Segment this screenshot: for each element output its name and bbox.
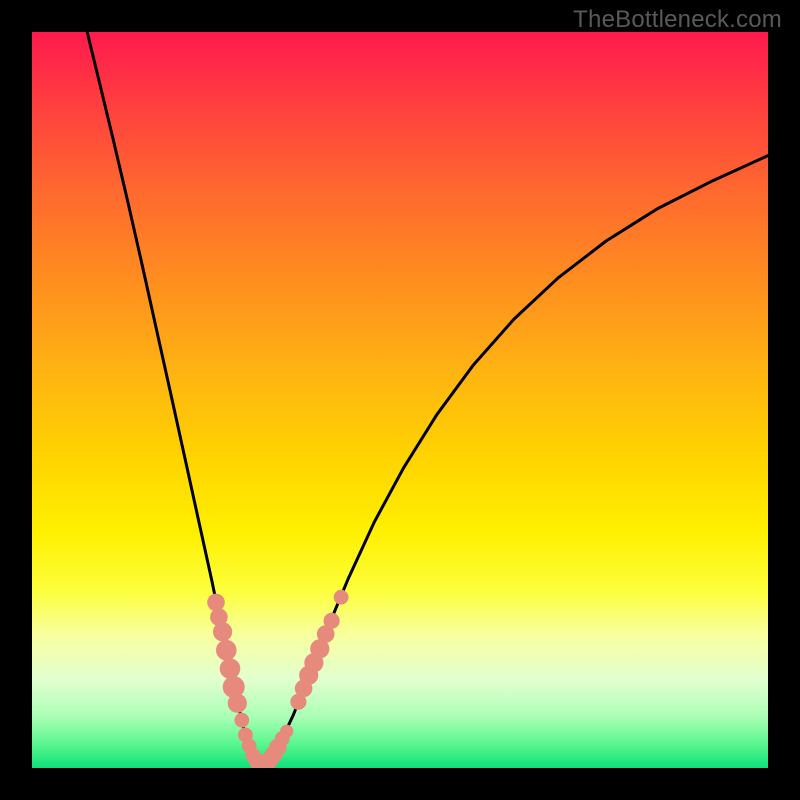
- scatter-dot: [334, 590, 349, 605]
- curve-right: [259, 156, 768, 765]
- scatter-dot: [228, 694, 247, 713]
- scatter-dots: [207, 590, 348, 768]
- watermark-text: TheBottleneck.com: [573, 6, 782, 34]
- chart-overlay-svg: [32, 32, 768, 768]
- scatter-dot: [207, 594, 225, 612]
- scatter-dot: [280, 725, 293, 738]
- chart-frame: TheBottleneck.com: [0, 0, 800, 800]
- scatter-dot: [220, 658, 241, 679]
- scatter-dot: [216, 640, 237, 661]
- scatter-dot: [324, 613, 340, 629]
- scatter-dot: [213, 622, 232, 641]
- scatter-dot: [234, 713, 249, 728]
- plot-area: [32, 32, 768, 768]
